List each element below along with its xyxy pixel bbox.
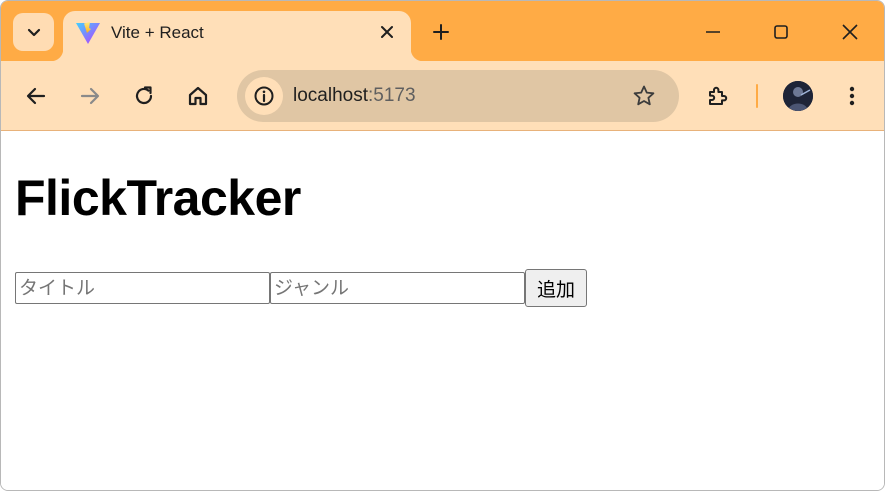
more-vert-icon <box>849 86 855 106</box>
url-port: :5173 <box>368 85 416 106</box>
title-input[interactable] <box>15 272 270 304</box>
browser-window: Vite + React localhost:5173 FlickTracker… <box>0 0 885 491</box>
add-button[interactable]: 追加 <box>525 269 588 307</box>
reload-icon <box>135 86 153 105</box>
bookmark-button[interactable] <box>631 83 657 109</box>
close-icon <box>842 24 858 40</box>
reload-button[interactable] <box>126 78 162 114</box>
profile-avatar[interactable] <box>783 81 813 111</box>
site-info-button[interactable] <box>245 77 283 115</box>
tab-title: Vite + React <box>111 23 204 42</box>
extensions-button[interactable] <box>700 78 736 114</box>
forward-arrow-icon <box>80 87 100 105</box>
tab-active[interactable]: Vite + React <box>51 11 423 61</box>
plus-icon <box>433 24 449 40</box>
forward-button[interactable] <box>72 78 108 114</box>
maximize-button[interactable] <box>761 15 801 49</box>
maximize-icon <box>774 25 788 39</box>
tab-strip: Vite + React <box>1 1 884 61</box>
chevron-down-icon <box>27 28 40 37</box>
star-icon <box>633 85 655 106</box>
minimize-icon <box>706 31 720 33</box>
browser-toolbar: localhost:5173 <box>1 61 884 131</box>
window-close-button[interactable] <box>830 15 870 49</box>
new-tab-button[interactable] <box>427 18 455 46</box>
page-content: FlickTracker 追加 <box>1 132 884 490</box>
tab-close-button[interactable] <box>375 20 399 44</box>
extensions-icon <box>709 86 728 105</box>
add-movie-form: 追加 <box>15 269 588 307</box>
info-icon <box>254 86 274 106</box>
toolbar-divider <box>756 84 758 108</box>
page-title: FlickTracker <box>15 170 301 226</box>
tab-search-button[interactable] <box>13 13 54 51</box>
address-bar[interactable]: localhost:5173 <box>237 70 679 122</box>
genre-input[interactable] <box>270 272 525 304</box>
close-icon <box>381 26 393 38</box>
home-button[interactable] <box>180 78 216 114</box>
back-button[interactable] <box>18 78 54 114</box>
back-arrow-icon <box>26 87 46 105</box>
vite-logo-icon <box>76 22 100 44</box>
url-text[interactable]: localhost:5173 <box>293 85 416 107</box>
home-icon <box>188 86 208 106</box>
minimize-button[interactable] <box>693 15 733 49</box>
menu-button[interactable] <box>834 78 870 114</box>
avatar-image <box>783 81 813 111</box>
url-host: localhost <box>293 85 368 106</box>
